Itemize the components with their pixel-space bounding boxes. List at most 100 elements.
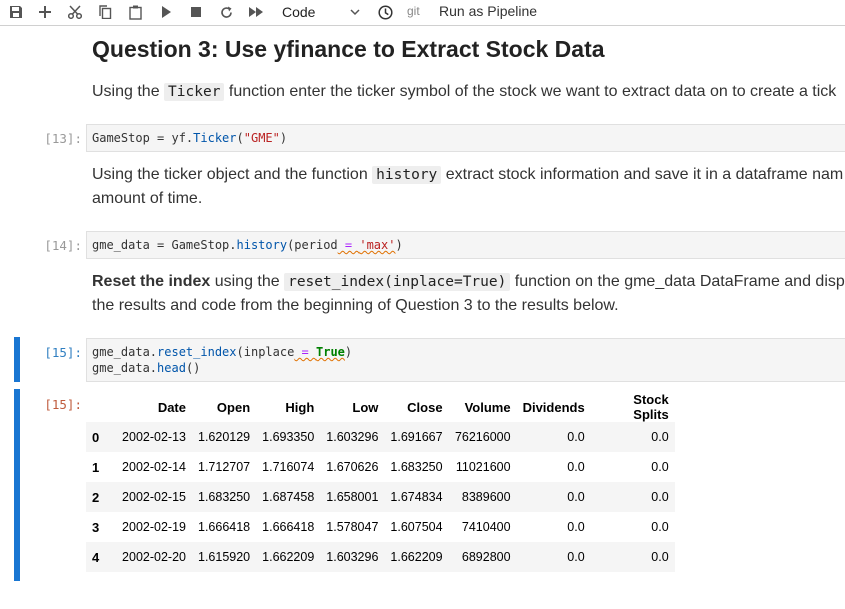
code-token: GameStop = yf. [92, 131, 194, 145]
code-token: gme_data. [92, 345, 158, 359]
cell-type-dropdown[interactable]: Code [276, 2, 366, 22]
copy-icon[interactable] [97, 3, 113, 21]
table-cell: 1.615920 [192, 542, 257, 572]
table-cell: 1.578047 [326, 520, 379, 534]
table-cell: 0.0 [590, 482, 675, 512]
output-collapse-bar[interactable] [14, 389, 20, 581]
table-cell: 7410400 [461, 520, 511, 534]
add-cell-icon[interactable] [37, 3, 53, 21]
table-cell: 0.0 [590, 542, 675, 572]
text-segment: extract stock information and save it in… [441, 166, 844, 183]
table-cell: 2002-02-19 [122, 520, 186, 534]
column-header: Date [157, 399, 186, 415]
code-token: ( [236, 131, 244, 145]
table-cell: 1.674834 [384, 482, 449, 512]
table-cell: 2002-02-20 [112, 542, 192, 572]
table-cell: 76216000 [448, 422, 517, 452]
cut-icon[interactable] [67, 3, 83, 21]
paragraph-history: Using the ticker object and the function… [92, 163, 843, 187]
cell-15-prompt: [15]: [44, 345, 82, 360]
table-cell: 1.603296 [320, 542, 385, 572]
inline-code: Ticker [164, 83, 225, 101]
table-cell: 0.0 [651, 520, 669, 534]
clock-icon[interactable] [376, 3, 394, 21]
table-cell: 1.658001 [320, 482, 385, 512]
table-cell: 6892800 [448, 542, 517, 572]
text-segment: Using the [92, 83, 165, 100]
code-token: 'max' [359, 238, 396, 252]
code-token: gme_data. [92, 361, 158, 375]
notebook-toolbar: Code git Run as Pipeline [0, 0, 845, 26]
row-index: 1 [92, 459, 100, 475]
bold-text: Reset the index [92, 273, 211, 290]
table-cell: 1.662209 [384, 542, 449, 572]
table-cell: 1.666418 [198, 520, 251, 534]
table-cell: 1.662209 [256, 542, 321, 572]
run-as-pipeline-button[interactable]: Run as Pipeline [439, 3, 537, 19]
cell-14-prompt: [14]: [44, 238, 82, 253]
paragraph-reset-index-line2: the results and code from the beginning … [92, 297, 619, 314]
code-token: True [316, 345, 345, 359]
inline-code: reset_index(inplace=True) [284, 273, 511, 291]
code-token: = [337, 238, 360, 252]
stop-icon[interactable] [188, 3, 204, 21]
run-icon[interactable] [158, 3, 174, 21]
table-cell: 0.0 [590, 422, 675, 452]
table-header-row: Date Open High Low Close Volume Dividend… [86, 392, 675, 422]
question-heading: Question 3: Use yfinance to Extract Stoc… [92, 36, 605, 62]
table-cell: 0.0 [567, 460, 585, 474]
text-segment: using the [210, 273, 285, 290]
text-segment: function enter the ticker symbol of the … [224, 83, 837, 100]
column-header: Stock Splits [633, 392, 669, 422]
code-line: GameStop = yf.Ticker("GME") [92, 130, 845, 146]
table-cell: 1.716074 [262, 460, 315, 474]
code-token: ) [344, 345, 353, 359]
code-token: ) [395, 238, 403, 252]
paste-icon[interactable] [127, 3, 143, 21]
table-cell: 0.0 [516, 422, 591, 452]
paragraph-history-line2: amount of time. [92, 190, 203, 207]
table-cell: 1.670626 [326, 460, 379, 474]
code-token: history [236, 238, 288, 252]
table-cell: 1.603296 [320, 422, 385, 452]
table-cell: 1.620129 [192, 422, 257, 452]
code-cell-15[interactable]: gme_data.reset_index(inplace = True) gme… [86, 338, 845, 382]
column-header: Volume [464, 399, 511, 415]
chevron-down-icon [350, 4, 360, 23]
table-cell: 0.0 [567, 520, 585, 534]
cell-type-value: Code [282, 4, 316, 20]
table-cell: 1.693350 [256, 422, 321, 452]
code-token: ) [279, 131, 288, 145]
table-cell: 1.607504 [390, 520, 443, 534]
table-row: 0 2002-02-13 1.620129 1.693350 1.603296 … [86, 422, 675, 452]
table-cell: 11021600 [455, 460, 511, 474]
column-header: Close [407, 399, 443, 415]
table-cell: 1.687458 [256, 482, 321, 512]
row-index: 0 [86, 422, 112, 452]
table-cell: 1.666418 [262, 520, 315, 534]
save-icon[interactable] [8, 3, 24, 21]
code-cell-14[interactable]: gme_data = GameStop.history(period = 'ma… [86, 231, 845, 259]
table-cell: 1.712707 [198, 460, 251, 474]
table-cell: 0.0 [516, 542, 591, 572]
table-cell: 2002-02-13 [112, 422, 192, 452]
git-label[interactable]: git [407, 4, 420, 18]
column-header: High [285, 399, 315, 415]
column-header [86, 392, 112, 422]
paragraph-ticker: Using the Ticker function enter the tick… [92, 80, 836, 104]
code-cell-13[interactable]: GameStop = yf.Ticker("GME") [86, 124, 845, 152]
table-row: 4 2002-02-20 1.615920 1.662209 1.603296 … [86, 542, 675, 572]
cell-13-prompt: [13]: [44, 131, 82, 146]
table-cell: 0.0 [516, 482, 591, 512]
code-token: Ticker [193, 131, 237, 145]
paragraph-reset-index: Reset the index using the reset_index(in… [92, 270, 845, 294]
code-token: (inplace [236, 345, 295, 359]
fast-forward-icon[interactable] [247, 3, 265, 21]
code-token: head [157, 361, 186, 375]
column-header: Dividends [522, 399, 585, 415]
text-segment: function on the gme_data DataFrame and d… [510, 273, 845, 290]
row-index: 3 [92, 519, 100, 535]
inline-code: history [372, 166, 442, 184]
output-15-prompt: [15]: [44, 397, 82, 412]
restart-icon[interactable] [218, 3, 234, 21]
